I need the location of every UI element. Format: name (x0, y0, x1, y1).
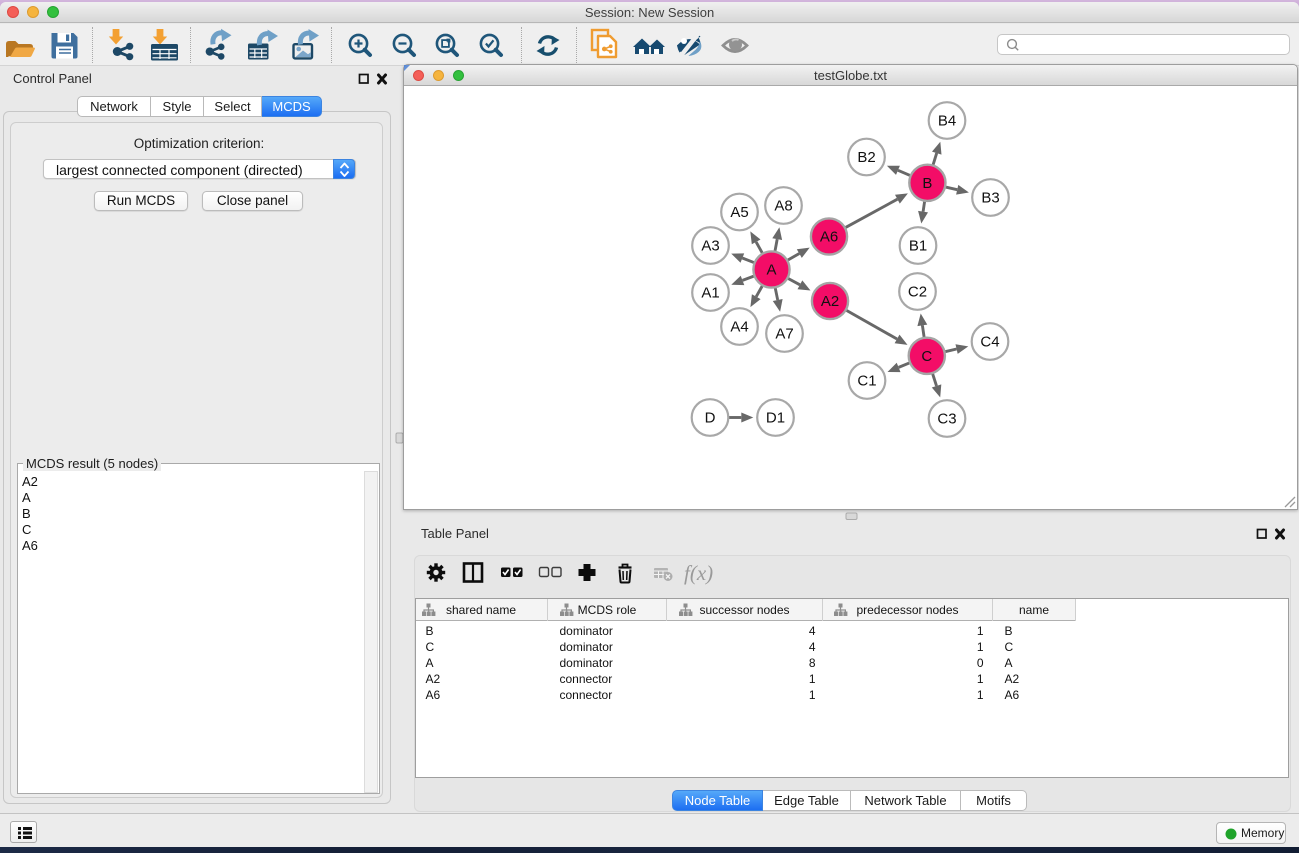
svg-text:A6: A6 (820, 229, 838, 246)
svg-text:A2: A2 (821, 293, 839, 310)
svg-text:A5: A5 (730, 204, 748, 221)
svg-text:C1: C1 (857, 373, 876, 390)
svg-text:B: B (922, 175, 932, 192)
svg-text:A3: A3 (701, 238, 719, 255)
svg-text:A1: A1 (701, 285, 719, 302)
svg-text:A: A (766, 262, 776, 279)
svg-text:A7: A7 (775, 326, 793, 343)
svg-text:A4: A4 (730, 319, 748, 336)
svg-text:D: D (705, 410, 716, 427)
svg-text:B3: B3 (981, 190, 999, 207)
svg-text:B4: B4 (938, 113, 956, 130)
svg-text:C3: C3 (937, 411, 956, 428)
svg-text:B1: B1 (909, 238, 927, 255)
svg-text:C4: C4 (980, 334, 999, 351)
svg-text:C: C (921, 348, 932, 365)
svg-text:B2: B2 (857, 149, 875, 166)
svg-text:C2: C2 (908, 284, 927, 301)
svg-text:D1: D1 (766, 410, 785, 427)
svg-text:A8: A8 (774, 198, 792, 215)
